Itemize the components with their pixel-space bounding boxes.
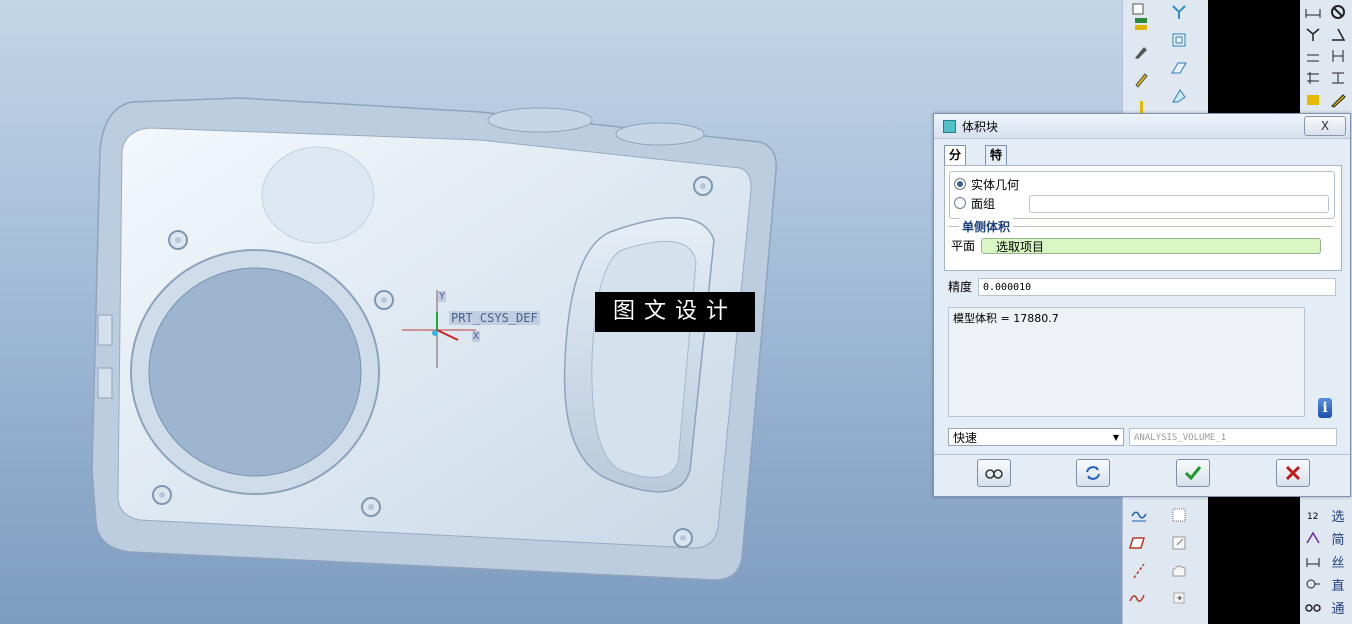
toolbar-label-2: 简 bbox=[1331, 532, 1345, 548]
spline-icon[interactable] bbox=[1127, 588, 1147, 608]
dashed-line-icon[interactable] bbox=[1129, 561, 1149, 581]
parallelogram-icon[interactable] bbox=[1127, 533, 1147, 553]
tool-label-5[interactable]: 通 bbox=[1328, 597, 1348, 617]
volume-dialog: 体积块 X 分析 特征 实体几何 面组 单侧体积 平面 选取项目 精度 0.00… bbox=[933, 113, 1351, 497]
refresh-icon bbox=[1086, 466, 1100, 480]
tool-label-2[interactable]: 简 bbox=[1328, 528, 1348, 548]
trim-icon[interactable] bbox=[1169, 533, 1189, 553]
result-text-area: 模型体积 = 17880.7 bbox=[948, 307, 1305, 417]
gap-icon[interactable] bbox=[1328, 68, 1348, 88]
datum-target-icon[interactable] bbox=[1303, 574, 1323, 594]
radio-solid-label: 实体几何 bbox=[971, 177, 1020, 192]
extrude-icon[interactable] bbox=[1169, 2, 1189, 22]
no-entry-icon[interactable] bbox=[1328, 2, 1348, 22]
csys-x-axis-label: X bbox=[472, 331, 481, 342]
tab-analysis[interactable]: 分析 bbox=[944, 145, 967, 181]
measure-icon[interactable] bbox=[1303, 551, 1323, 571]
baseline-icon[interactable] bbox=[1328, 46, 1348, 66]
mode-dropdown[interactable]: 快速 ▼ bbox=[948, 428, 1124, 446]
plane-select-field[interactable]: 选取项目 bbox=[981, 238, 1321, 254]
grid-pattern-icon[interactable] bbox=[1169, 505, 1189, 525]
info-icon[interactable]: i bbox=[1318, 398, 1332, 418]
plane-label: 平面 bbox=[951, 239, 976, 253]
sketch-tool-icon[interactable] bbox=[1131, 42, 1151, 62]
preview-button[interactable] bbox=[977, 459, 1011, 487]
svg-text:12: 12 bbox=[1307, 512, 1318, 522]
geometry-type-group: 实体几何 面组 bbox=[949, 171, 1335, 219]
mode-value: 快速 bbox=[953, 431, 978, 445]
precision-input[interactable]: 0.000010 bbox=[978, 278, 1336, 296]
relation-icon[interactable] bbox=[1303, 528, 1323, 548]
radio-unselected-icon bbox=[954, 197, 966, 209]
volume-cube-icon bbox=[943, 120, 956, 133]
close-icon bbox=[1285, 465, 1301, 481]
radio-quilt-label: 面组 bbox=[971, 196, 996, 211]
pen-edit-icon[interactable] bbox=[1328, 90, 1348, 110]
one-side-volume-section: 单侧体积 平面 选取项目 bbox=[949, 218, 1333, 269]
dimension-icon[interactable] bbox=[1303, 2, 1323, 22]
table-dim-icon[interactable] bbox=[1303, 68, 1323, 88]
ok-button[interactable] bbox=[1176, 459, 1210, 487]
toolbar-label-5: 通 bbox=[1331, 601, 1345, 617]
rib-icon[interactable] bbox=[1169, 86, 1189, 106]
tolerance-icon[interactable] bbox=[1303, 90, 1323, 110]
toolbar-label-1: 选 bbox=[1331, 509, 1345, 525]
csys-label: PRT_CSYS_DEF bbox=[449, 311, 540, 325]
tool-label-1[interactable]: 选 bbox=[1328, 505, 1348, 525]
repeat-button[interactable] bbox=[1076, 459, 1110, 487]
dialog-title: 体积块 bbox=[962, 120, 999, 134]
radio-quilt[interactable]: 面组 bbox=[954, 194, 995, 212]
probe-icon[interactable] bbox=[1303, 24, 1323, 44]
toolbar-label-4: 直 bbox=[1331, 578, 1345, 594]
analysis-name-field[interactable]: ANALYSIS_VOLUME_1 bbox=[1129, 428, 1337, 446]
toolbar-label-3: 丝 bbox=[1331, 555, 1345, 571]
checkmark-icon bbox=[1184, 466, 1202, 481]
cancel-button[interactable] bbox=[1276, 459, 1310, 487]
curve-wave-icon[interactable] bbox=[1129, 505, 1149, 525]
offset-icon[interactable] bbox=[1169, 561, 1189, 581]
shell-icon[interactable] bbox=[1169, 30, 1189, 50]
angle-icon[interactable] bbox=[1328, 24, 1348, 44]
quilt-selection-field[interactable] bbox=[1029, 195, 1329, 213]
precision-label: 精度 bbox=[948, 280, 973, 294]
glasses-icon[interactable] bbox=[1303, 597, 1323, 617]
ordinate-icon[interactable] bbox=[1303, 46, 1323, 66]
dialog-title-bar[interactable]: 体积块 X bbox=[934, 114, 1350, 139]
glasses-icon bbox=[985, 469, 1003, 479]
tool-label-3[interactable]: 丝 bbox=[1328, 551, 1348, 571]
radio-selected-icon bbox=[954, 178, 966, 190]
dialog-buttons bbox=[934, 454, 1350, 497]
draft-icon[interactable] bbox=[1169, 58, 1189, 78]
pencil-icon[interactable] bbox=[1131, 70, 1151, 90]
radio-solid-geometry[interactable]: 实体几何 bbox=[954, 175, 1019, 193]
csys-y-axis-label: Y bbox=[438, 291, 447, 302]
watermark: 图文设计 bbox=[595, 292, 755, 332]
counter-icon[interactable]: 12 bbox=[1303, 505, 1323, 525]
tab-feature[interactable]: 特征 bbox=[985, 145, 1008, 181]
tool-label-4[interactable]: 直 bbox=[1328, 574, 1348, 594]
analysis-tab-panel: 实体几何 面组 单侧体积 平面 选取项目 bbox=[944, 165, 1342, 271]
chevron-down-icon: ▼ bbox=[1112, 433, 1119, 442]
section-title: 单侧体积 bbox=[959, 218, 1014, 235]
layer-icon[interactable] bbox=[1131, 14, 1151, 34]
dialog-close-button[interactable]: X bbox=[1304, 116, 1346, 136]
arrow-small-icon[interactable] bbox=[1169, 588, 1189, 608]
